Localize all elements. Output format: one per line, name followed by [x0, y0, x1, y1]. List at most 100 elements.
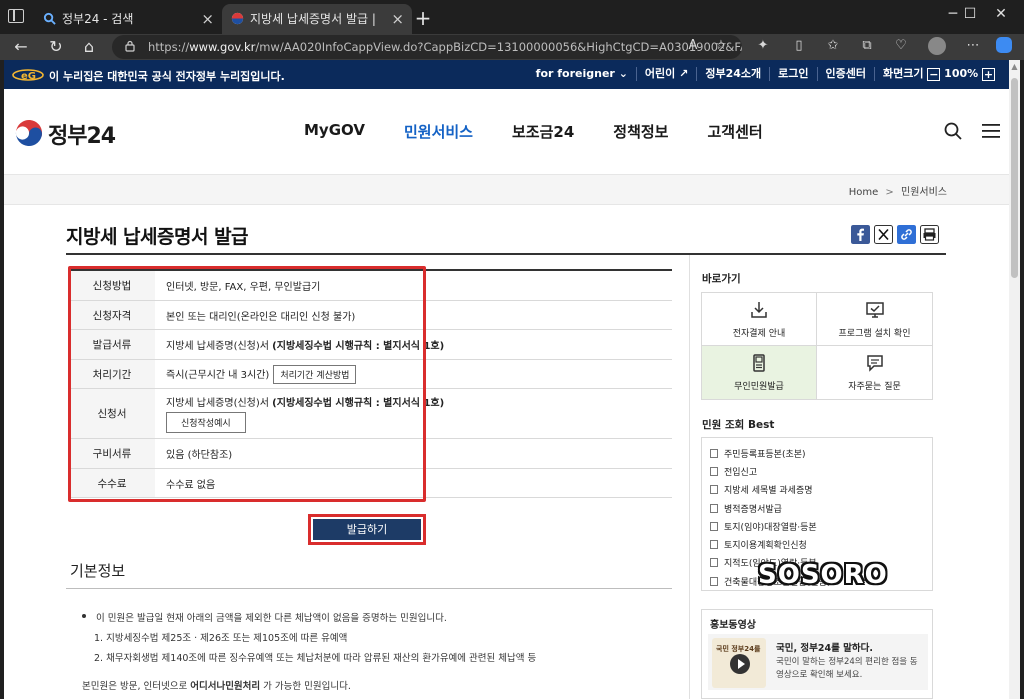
list-item[interactable]: 지방세 세목별 과세증명: [710, 481, 932, 499]
nav-civil-service[interactable]: 민원서비스: [404, 121, 473, 142]
annotation-highlight-box: [68, 266, 426, 502]
extensions-icon[interactable]: ✦: [754, 37, 772, 55]
tab-title: 정부24 - 검색: [62, 12, 134, 26]
thumbnail-text: 국민 정부24를: [716, 645, 761, 653]
facebook-share-icon[interactable]: [851, 225, 870, 244]
address-bar[interactable]: https://www.gov.kr/mw/AA020InfoCappView.…: [112, 35, 742, 59]
print-icon[interactable]: [920, 225, 939, 244]
tab-close-icon[interactable]: ×: [201, 4, 214, 34]
chevron-down-icon: ⌄: [618, 67, 628, 80]
collections-icon[interactable]: ⧉: [858, 37, 876, 55]
document-icon: [710, 558, 718, 568]
list-item[interactable]: 병적증명서발급: [710, 499, 932, 517]
browser-tab-search[interactable]: 정부24 - 검색 ×: [34, 4, 222, 34]
new-tab-button[interactable]: +: [412, 6, 434, 30]
browser-tab-bar: 정부24 - 검색 × 지방세 납세증명서 발급 | 민원안내 × + ─ ☐ …: [0, 0, 1024, 34]
back-icon[interactable]: ←: [10, 36, 32, 58]
list-item-label: 지방세 세목별 과세증명: [724, 486, 813, 497]
zoom-out-button[interactable]: −: [927, 67, 941, 81]
shortcut-label: 무인민원발급: [734, 382, 784, 392]
basic-info-list: 이 민원은 발급일 현재 아래의 금액을 제외한 다른 체납액이 없음을 증명하…: [82, 610, 682, 670]
shortcut-e-payment[interactable]: 전자결제 안내: [702, 293, 817, 346]
browser-essentials-icon[interactable]: ♡: [892, 37, 910, 55]
title-divider: [66, 253, 946, 255]
hamburger-menu-icon[interactable]: [982, 123, 1000, 139]
login-link[interactable]: 로그인: [769, 67, 816, 81]
document-icon: [710, 521, 718, 531]
list-item-label: 토지(임야)대장열람·등본: [724, 522, 817, 533]
watermark-text: SOSORO: [758, 560, 888, 590]
main-navigation: MyGOV 민원서비스 보조금24 정책정보 고객센터: [304, 121, 802, 142]
copy-link-icon[interactable]: [897, 225, 916, 244]
promo-video-card[interactable]: 국민 정부24를 국민, 정부24를 말하다. 국민이 말하는 정부24의 편리…: [708, 634, 928, 690]
promo-video-box: 홍보동영상 국민 정부24를 국민, 정부24를 말하다. 국민이 말하는 정부…: [701, 609, 933, 699]
section-divider: [66, 588, 672, 589]
document-icon: [710, 466, 718, 476]
site-header: 정부24 MyGOV 민원서비스 보조금24 정책정보 고객센터: [4, 89, 1009, 175]
gov-official-banner: eG 이 누리집은 대한민국 공식 전자정부 누리집입니다. for forei…: [4, 60, 1009, 89]
cert-center-link[interactable]: 인증센터: [816, 67, 874, 81]
document-icon: [710, 503, 718, 513]
tab-close-icon[interactable]: ×: [391, 4, 404, 34]
video-thumbnail[interactable]: 국민 정부24를: [712, 638, 766, 688]
nav-subsidy24[interactable]: 보조금24: [512, 121, 574, 142]
chat-icon: [866, 355, 883, 372]
shortcut-label: 프로그램 설치 확인: [838, 328, 911, 339]
nav-policy-info[interactable]: 정책정보: [613, 121, 668, 142]
document-icon: [710, 576, 718, 586]
shortcut-grid: 전자결제 안내 프로그램 설치 확인 무인민원발급 자주묻는 질문: [701, 292, 933, 400]
breadcrumb-current[interactable]: 민원서비스: [901, 187, 947, 198]
search-icon[interactable]: [944, 122, 962, 140]
browser-tab-active[interactable]: 지방세 납세증명서 발급 | 민원안내 ×: [222, 4, 412, 34]
logo-text: 정부24: [48, 124, 116, 149]
scroll-up-arrow-icon[interactable]: ▲: [1010, 62, 1019, 72]
list-item-label: 주민등록표등본(초본): [724, 449, 806, 460]
home-icon[interactable]: ⌂: [78, 36, 100, 58]
list-item[interactable]: 토지(임야)대장열람·등본: [710, 517, 932, 535]
browser-toolbar: ← ↻ ⌂ https://www.gov.kr/mw/AA020InfoCap…: [0, 34, 1024, 60]
url-prefix: https://: [148, 40, 190, 54]
shortcut-faq[interactable]: 자주묻는 질문: [817, 346, 932, 399]
list-item[interactable]: 전입신고: [710, 462, 932, 480]
lock-icon: [125, 40, 135, 52]
more-menu-icon[interactable]: ⋯: [964, 37, 982, 55]
shortcut-program-install[interactable]: 프로그램 설치 확인: [817, 293, 932, 346]
copilot-icon[interactable]: [996, 37, 1012, 53]
x-share-icon[interactable]: [874, 225, 893, 244]
taegeuk-logo-icon: [15, 119, 43, 148]
play-icon[interactable]: [730, 654, 750, 674]
column-divider: [689, 255, 690, 699]
shortcut-unmanned-kiosk[interactable]: 무인민원발급: [702, 346, 817, 399]
list-subitem: 2. 채무자회생법 제140조에 따른 징수유예액 또는 체납처분에 따라 압류…: [94, 653, 537, 664]
favorite-star-icon[interactable]: ☆: [712, 37, 730, 55]
issue-button[interactable]: 발급하기: [313, 519, 421, 540]
favorites-icon[interactable]: ✩: [824, 37, 842, 55]
nav-mygov[interactable]: MyGOV: [304, 121, 365, 142]
about-gov24-link[interactable]: 정부24소개: [696, 67, 769, 81]
split-screen-icon[interactable]: ▯: [790, 37, 808, 55]
list-item-label: 전입신고: [724, 467, 758, 478]
tab-title: 지방세 납세증명서 발급 | 민원안내: [250, 12, 380, 26]
document-icon: [710, 485, 718, 495]
gov24-logo[interactable]: 정부24: [14, 118, 116, 150]
zoom-in-button[interactable]: +: [982, 67, 995, 81]
list-item[interactable]: 토지이용계획확인신청: [710, 535, 932, 553]
search-favicon-icon: [43, 12, 56, 25]
scrollbar-thumb[interactable]: [1011, 78, 1018, 278]
processing-note: 본민원은 방문, 인터넷으로 어디서나민원처리 가 가능한 민원입니다.: [82, 678, 351, 692]
nav-customer-center[interactable]: 고객센터: [707, 121, 762, 142]
refresh-icon[interactable]: ↻: [45, 36, 67, 58]
download-icon: [751, 301, 767, 318]
list-item[interactable]: 주민등록표등본(초본): [710, 444, 932, 462]
document-icon: [710, 448, 718, 458]
close-window-button[interactable]: ✕: [978, 4, 1024, 24]
for-foreigner-link[interactable]: for foreigner ⌄: [528, 67, 636, 81]
profile-avatar[interactable]: [928, 37, 946, 55]
read-aloud-icon[interactable]: A: [684, 37, 702, 55]
breadcrumb-home[interactable]: Home: [849, 187, 879, 198]
tab-actions-icon[interactable]: [8, 9, 24, 23]
kids-link[interactable]: 어린이 ↗: [635, 67, 696, 81]
breadcrumb-bar: Home > 민원서비스: [4, 175, 1009, 205]
best-services-heading: 민원 조회 Best: [702, 419, 775, 431]
kiosk-icon: [753, 354, 765, 372]
